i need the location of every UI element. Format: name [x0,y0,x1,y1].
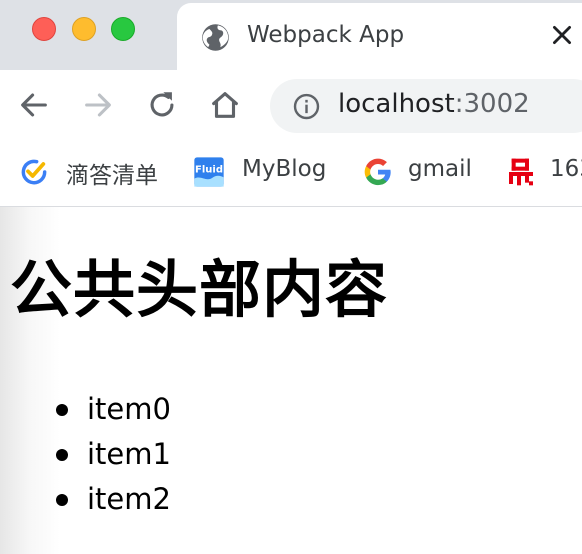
title-bar: Webpack App [0,0,582,70]
svg-text:Fluid: Fluid [195,165,223,176]
fluid-icon: Fluid [194,157,224,187]
google-g-icon [364,158,391,186]
netease-163-icon [509,158,533,186]
browser-toolbar: localhost:3002 [0,70,582,142]
url-host: localhost [338,89,455,119]
bookmark-label: MyBlog [242,156,327,182]
window-minimize-button[interactable] [72,17,96,41]
bookmark-label: 163 [550,156,582,182]
reload-icon[interactable] [145,88,179,122]
bookmark-label: gmail [408,156,472,182]
tab-title: Webpack App [247,22,405,48]
page-heading: 公共头部内容 [10,253,389,326]
url-text: localhost:3002 [338,89,530,119]
bookmarks-bar: 滴答清单 Fluid MyBlog gmail 16 [0,142,582,207]
list-item: item0 [0,387,171,432]
globe-icon [202,24,229,51]
url-port: :3002 [454,89,530,119]
window-zoom-button[interactable] [111,17,135,41]
item-list: item0 item1 item2 [0,387,171,522]
list-item: item1 [0,432,171,477]
info-icon[interactable] [292,92,321,121]
tab-webpack-app[interactable]: Webpack App [177,3,582,70]
address-bar[interactable]: localhost:3002 [270,79,582,133]
dida-check-icon [21,159,47,185]
forward-arrow-icon[interactable] [81,88,115,122]
list-item: item2 [0,477,171,522]
bookmark-label: 滴答清单 [66,163,158,189]
home-icon[interactable] [208,88,242,122]
close-icon[interactable] [549,22,575,48]
back-arrow-icon[interactable] [17,88,51,122]
window-close-button[interactable] [32,17,56,41]
page-content: 公共头部内容 item0 item1 item2 [0,207,582,554]
